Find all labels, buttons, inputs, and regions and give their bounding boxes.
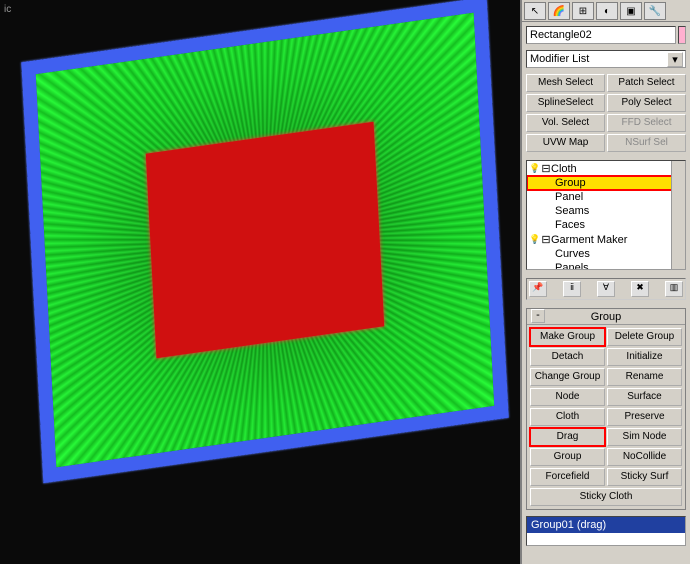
stack-cloth[interactable]: 💡⊟Cloth — [527, 161, 685, 176]
forcefield-button[interactable]: Forcefield — [530, 468, 605, 486]
stack-toolbar: 📌 ⅱ ∀ ✖ ▥ — [526, 278, 686, 300]
pin-stack-icon[interactable]: 📌 — [529, 281, 547, 297]
stack-group[interactable]: Group — [527, 176, 685, 190]
cloth-button[interactable]: Cloth — [530, 408, 605, 426]
stack-panels[interactable]: Panels — [527, 261, 685, 270]
viewport-label: ic — [4, 4, 11, 15]
modifier-list-dropdown[interactable]: Modifier List — [526, 50, 686, 68]
stack-garment-maker[interactable]: 💡⊟Garment Maker — [527, 232, 685, 247]
create-tab-icon[interactable]: ↖ — [524, 2, 546, 20]
object-name-input[interactable] — [526, 26, 676, 44]
group-rollout-body: Make Group Delete Group Detach Initializ… — [527, 325, 685, 509]
viewport-3d[interactable]: ic — [0, 0, 520, 564]
surface-button[interactable]: Surface — [607, 388, 682, 406]
group-button[interactable]: Group — [530, 448, 605, 466]
command-panel: ↖ 🌈 ⊞ ◐ ▣ 🔧 Modifier List Mesh Select Pa… — [520, 0, 690, 564]
object-name-row — [526, 26, 686, 44]
make-group-button[interactable]: Make Group — [530, 328, 605, 346]
delete-group-button[interactable]: Delete Group — [607, 328, 682, 346]
ffd-select-button[interactable]: FFD Select — [607, 114, 686, 132]
hierarchy-tab-icon[interactable]: ⊞ — [572, 2, 594, 20]
modifier-stack[interactable]: 💡⊟Cloth Group Panel Seams Faces 💡⊟Garmen… — [526, 160, 686, 270]
show-result-icon[interactable]: ⅱ — [563, 281, 581, 297]
object-color-swatch[interactable] — [678, 26, 686, 44]
spline-select-button[interactable]: SplineSelect — [526, 94, 605, 112]
modify-tab-icon[interactable]: 🌈 — [548, 2, 570, 20]
mesh-select-button[interactable]: Mesh Select — [526, 74, 605, 92]
sim-node-button[interactable]: Sim Node — [607, 428, 682, 446]
remove-modifier-icon[interactable]: ✖ — [631, 281, 649, 297]
selected-face-group — [146, 122, 384, 358]
poly-select-button[interactable]: Poly Select — [607, 94, 686, 112]
vol-select-button[interactable]: Vol. Select — [526, 114, 605, 132]
display-tab-icon[interactable]: ▣ — [620, 2, 642, 20]
configure-sets-icon[interactable]: ▥ — [665, 281, 683, 297]
stack-panel[interactable]: Panel — [527, 190, 685, 204]
motion-tab-icon[interactable]: ◐ — [596, 2, 618, 20]
stack-faces[interactable]: Faces — [527, 218, 685, 232]
group-rollout-header[interactable]: Group — [527, 309, 685, 325]
initialize-button[interactable]: Initialize — [607, 348, 682, 366]
node-button[interactable]: Node — [530, 388, 605, 406]
stack-scrollbar[interactable] — [671, 161, 685, 269]
make-unique-icon[interactable]: ∀ — [597, 281, 615, 297]
change-group-button[interactable]: Change Group — [530, 368, 605, 386]
modifier-quick-buttons: Mesh Select Patch Select SplineSelect Po… — [526, 74, 686, 152]
utilities-tab-icon[interactable]: 🔧 — [644, 2, 666, 20]
group-list[interactable]: Group01 (drag) — [526, 516, 686, 546]
modifier-list-label: Modifier List — [530, 53, 589, 65]
patch-select-button[interactable]: Patch Select — [607, 74, 686, 92]
sticky-cloth-button[interactable]: Sticky Cloth — [530, 488, 682, 506]
uvw-map-button[interactable]: UVW Map — [526, 134, 605, 152]
preserve-button[interactable]: Preserve — [607, 408, 682, 426]
stack-seams[interactable]: Seams — [527, 204, 685, 218]
cloth-mesh — [36, 13, 494, 467]
stack-curves[interactable]: Curves — [527, 247, 685, 261]
command-panel-tabs: ↖ 🌈 ⊞ ◐ ▣ 🔧 — [522, 0, 690, 22]
cloth-border — [21, 0, 508, 483]
nocollide-button[interactable]: NoCollide — [607, 448, 682, 466]
group-list-item[interactable]: Group01 (drag) — [527, 517, 685, 533]
drag-button[interactable]: Drag — [530, 428, 605, 446]
group-rollout: Group Make Group Delete Group Detach Ini… — [526, 308, 686, 510]
sticky-surf-button[interactable]: Sticky Surf — [607, 468, 682, 486]
nsurf-sel-button[interactable]: NSurf Sel — [607, 134, 686, 152]
rename-button[interactable]: Rename — [607, 368, 682, 386]
mesh-object[interactable] — [21, 0, 508, 483]
detach-button[interactable]: Detach — [530, 348, 605, 366]
